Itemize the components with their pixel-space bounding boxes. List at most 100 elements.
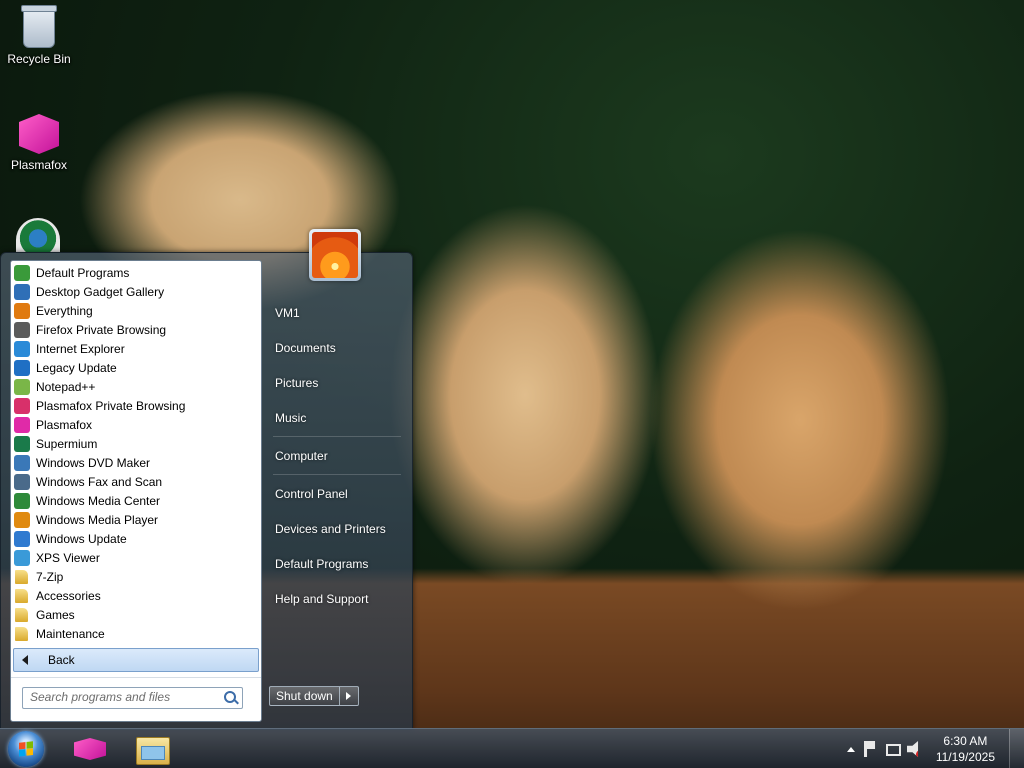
program-label: Plasmafox: [36, 417, 93, 432]
volume-muted-icon[interactable]: ×: [906, 741, 919, 757]
plasmafox-icon: [19, 114, 59, 154]
shutdown-options-button[interactable]: [339, 686, 359, 706]
folder-icon: [15, 588, 28, 603]
plasmafox-icon: [74, 738, 106, 760]
program-item[interactable]: Windows Fax and Scan: [12, 472, 260, 491]
mute-badge-icon: ×: [915, 750, 919, 757]
program-item[interactable]: XPS Viewer: [12, 548, 260, 567]
program-item[interactable]: Windows Media Center: [12, 491, 260, 510]
music-link[interactable]: Music: [275, 411, 306, 425]
program-item[interactable]: Default Programs: [12, 263, 260, 282]
shutdown-button[interactable]: Shut down: [269, 686, 340, 706]
program-label: Windows Media Center: [36, 493, 161, 508]
program-item[interactable]: Accessories: [12, 586, 260, 605]
network-icon[interactable]: [885, 744, 901, 756]
taskbar-explorer[interactable]: [124, 732, 180, 766]
clock-date: 11/19/2025: [935, 750, 995, 764]
program-label: Legacy Update: [36, 360, 117, 375]
program-item[interactable]: Plasmafox: [12, 415, 260, 434]
divider: [273, 474, 401, 475]
user-picture[interactable]: [309, 229, 361, 281]
program-label: Everything: [36, 303, 93, 318]
divider: [273, 436, 401, 437]
system-tray: × × 6:30 AM 11/19/2025: [841, 729, 1024, 768]
plasmafox-private-icon: [14, 397, 30, 414]
supermium-icon[interactable]: [16, 218, 60, 252]
help-support-link[interactable]: Help and Support: [275, 592, 368, 606]
show-hidden-icons-arrow[interactable]: [846, 746, 855, 752]
program-item[interactable]: Notepad++: [12, 377, 260, 396]
program-item[interactable]: Desktop Gadget Gallery: [12, 282, 260, 301]
taskbar-plasmafox[interactable]: [62, 732, 118, 766]
program-item[interactable]: Supermium: [12, 434, 260, 453]
program-label: Games: [36, 607, 75, 622]
divider: [11, 677, 261, 678]
program-label: Plasmafox Private Browsing: [36, 398, 186, 413]
pictures-link[interactable]: Pictures: [275, 376, 318, 390]
supermium-icon: [14, 435, 30, 452]
file-explorer-icon: [136, 737, 170, 765]
desktop-icon-label: Recycle Bin: [7, 52, 71, 66]
program-label: Internet Explorer: [36, 341, 125, 356]
fax-scan-icon: [14, 473, 30, 490]
folder-icon: [15, 607, 28, 622]
program-label: Windows Update: [36, 531, 127, 546]
program-item[interactable]: Windows DVD Maker: [12, 453, 260, 472]
program-item[interactable]: Legacy Update: [12, 358, 260, 377]
program-item[interactable]: Games: [12, 605, 260, 624]
computer-link[interactable]: Computer: [275, 449, 328, 463]
program-label: Windows Fax and Scan: [36, 474, 163, 489]
shutdown-group: Shut down: [269, 686, 359, 706]
gadget-gallery-icon: [14, 283, 30, 300]
default-programs-link[interactable]: Default Programs: [275, 557, 368, 571]
start-button[interactable]: [8, 731, 44, 767]
program-label: 7-Zip: [36, 569, 64, 584]
documents-link[interactable]: Documents: [275, 341, 336, 355]
xps-viewer-icon: [14, 549, 30, 566]
windows-logo-icon: [19, 741, 33, 757]
program-label: Supermium: [36, 436, 98, 451]
program-label: Notepad++: [36, 379, 96, 394]
search-icon[interactable]: [224, 691, 236, 703]
program-label: Maintenance: [36, 626, 105, 641]
default-programs-icon: [14, 264, 30, 281]
program-item[interactable]: Internet Explorer: [12, 339, 260, 358]
action-center-icon[interactable]: ×: [863, 741, 876, 757]
start-menu: Default Programs Desktop Gadget Gallery Ev…: [0, 229, 413, 730]
clock[interactable]: 6:30 AM 11/19/2025: [936, 733, 995, 765]
back-button[interactable]: Back: [13, 648, 259, 672]
all-programs-list: Default Programs Desktop Gadget Gallery Ev…: [12, 263, 260, 643]
devices-printers-link[interactable]: Devices and Printers: [275, 522, 386, 536]
media-center-icon: [14, 492, 30, 509]
back-arrow-icon: [22, 655, 28, 665]
program-item[interactable]: Firefox Private Browsing: [12, 320, 260, 339]
control-panel-link[interactable]: Control Panel: [275, 487, 348, 501]
error-badge-icon: ×: [872, 750, 876, 757]
program-label: Firefox Private Browsing: [36, 322, 167, 337]
program-item[interactable]: Windows Media Player: [12, 510, 260, 529]
notepad-plus-icon: [14, 378, 30, 395]
clock-time: 6:30 AM: [943, 734, 988, 748]
flower-avatar-icon: [312, 232, 358, 278]
program-item[interactable]: Windows Update: [12, 529, 260, 548]
program-label: Windows Media Player: [36, 512, 159, 527]
private-browsing-icon: [14, 321, 30, 338]
search-input[interactable]: [23, 688, 220, 706]
program-label: Default Programs: [36, 265, 130, 280]
recycle-bin-icon: [21, 5, 57, 48]
dvd-maker-icon: [14, 454, 30, 471]
user-folder-link[interactable]: VM1: [275, 306, 300, 320]
desktop-icon-plasmafox[interactable]: Plasmafox: [4, 114, 74, 172]
legacy-update-icon: [14, 359, 30, 376]
desktop-icon-recycle-bin[interactable]: Recycle Bin: [4, 5, 74, 66]
show-desktop-button[interactable]: [1009, 729, 1024, 768]
search-box[interactable]: [22, 687, 243, 709]
folder-icon: [15, 569, 28, 584]
program-item[interactable]: Maintenance: [12, 624, 260, 643]
program-item[interactable]: Everything: [12, 301, 260, 320]
program-item[interactable]: 7-Zip: [12, 567, 260, 586]
program-item[interactable]: Plasmafox Private Browsing: [12, 396, 260, 415]
plasmafox-icon: [14, 416, 30, 433]
desktop-icon-label: Plasmafox: [10, 158, 68, 172]
windows-update-icon: [14, 530, 30, 547]
